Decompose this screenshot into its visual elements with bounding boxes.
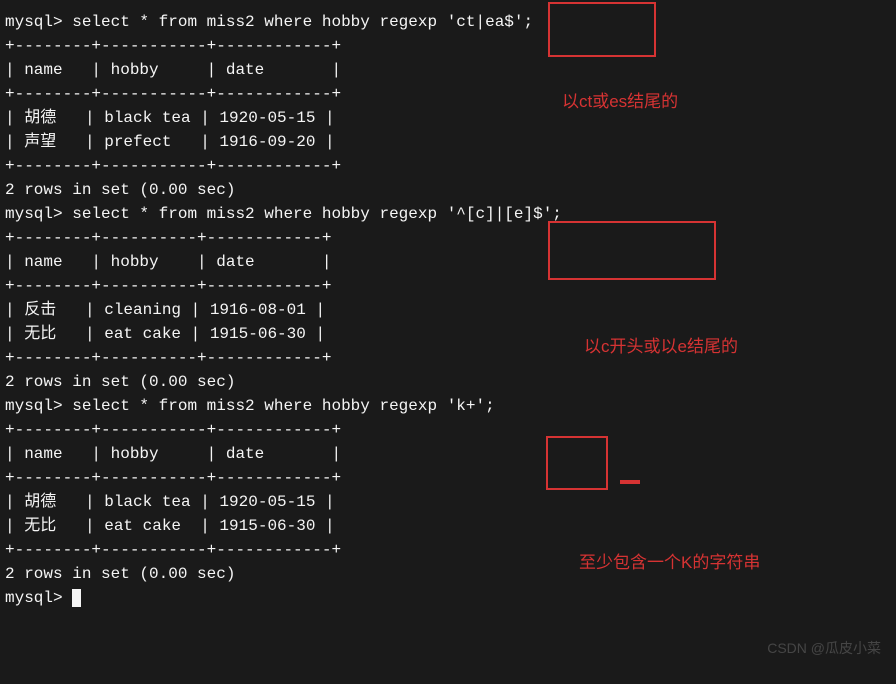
table-border: +--------+-----------+------------+ [5, 418, 896, 442]
regexp-expression: 'k+'; [447, 397, 495, 415]
table-row: | 反击 | cleaning | 1916-08-01 | [5, 298, 896, 322]
table-border: +--------+-----------+------------+ [5, 538, 896, 562]
sql-statement: select * from miss2 where hobby regexp [72, 13, 446, 31]
watermark-text: CSDN @瓜皮小菜 [767, 638, 881, 659]
sql-command-line[interactable]: mysql> select * from miss2 where hobby r… [5, 202, 896, 226]
regexp-highlight-box [548, 2, 656, 57]
result-footer: 2 rows in set (0.00 sec) [5, 178, 896, 202]
table-border: +--------+-----------+------------+ [5, 466, 896, 490]
table-border: +--------+----------+------------+ [5, 226, 896, 250]
mysql-prompt: mysql> [5, 589, 72, 607]
mysql-prompt: mysql> [5, 397, 72, 415]
terminal-output: mysql> select * from miss2 where hobby r… [5, 10, 896, 610]
table-border: +--------+-----------+------------+ [5, 154, 896, 178]
regexp-expression: '^[c]|[e]$'; [447, 205, 562, 223]
table-border: +--------+-----------+------------+ [5, 34, 896, 58]
result-footer: 2 rows in set (0.00 sec) [5, 370, 896, 394]
regexp-highlight-box [548, 221, 716, 280]
table-border: +--------+-----------+------------+ [5, 82, 896, 106]
table-header: | name | hobby | date | [5, 58, 896, 82]
cursor-icon [72, 589, 81, 607]
red-cursor-mark [620, 480, 640, 484]
sql-command-line[interactable]: mysql> select * from miss2 where hobby r… [5, 10, 896, 34]
sql-statement: select * from miss2 where hobby regexp [72, 205, 446, 223]
table-row: | 无比 | eat cake | 1915-06-30 | [5, 322, 896, 346]
regexp-expression: 'ct|ea$'; [447, 13, 533, 31]
mysql-prompt-line[interactable]: mysql> [5, 586, 896, 610]
table-header: | name | hobby | date | [5, 442, 896, 466]
explanation-annotation: 至少包含一个K的字符串 [579, 550, 760, 576]
result-footer: 2 rows in set (0.00 sec) [5, 562, 896, 586]
mysql-prompt: mysql> [5, 205, 72, 223]
table-header: | name | hobby | date | [5, 250, 896, 274]
table-row: | 无比 | eat cake | 1915-06-30 | [5, 514, 896, 538]
table-border: +--------+----------+------------+ [5, 274, 896, 298]
regexp-highlight-box [546, 436, 608, 490]
sql-command-line[interactable]: mysql> select * from miss2 where hobby r… [5, 394, 896, 418]
table-row: | 声望 | prefect | 1916-09-20 | [5, 130, 896, 154]
sql-statement: select * from miss2 where hobby regexp [72, 397, 446, 415]
table-row: | 胡德 | black tea | 1920-05-15 | [5, 106, 896, 130]
table-border: +--------+----------+------------+ [5, 346, 896, 370]
table-row: | 胡德 | black tea | 1920-05-15 | [5, 490, 896, 514]
explanation-annotation: 以ct或es结尾的 [562, 89, 678, 115]
explanation-annotation: 以c开头或以e结尾的 [584, 334, 738, 360]
mysql-prompt: mysql> [5, 13, 72, 31]
